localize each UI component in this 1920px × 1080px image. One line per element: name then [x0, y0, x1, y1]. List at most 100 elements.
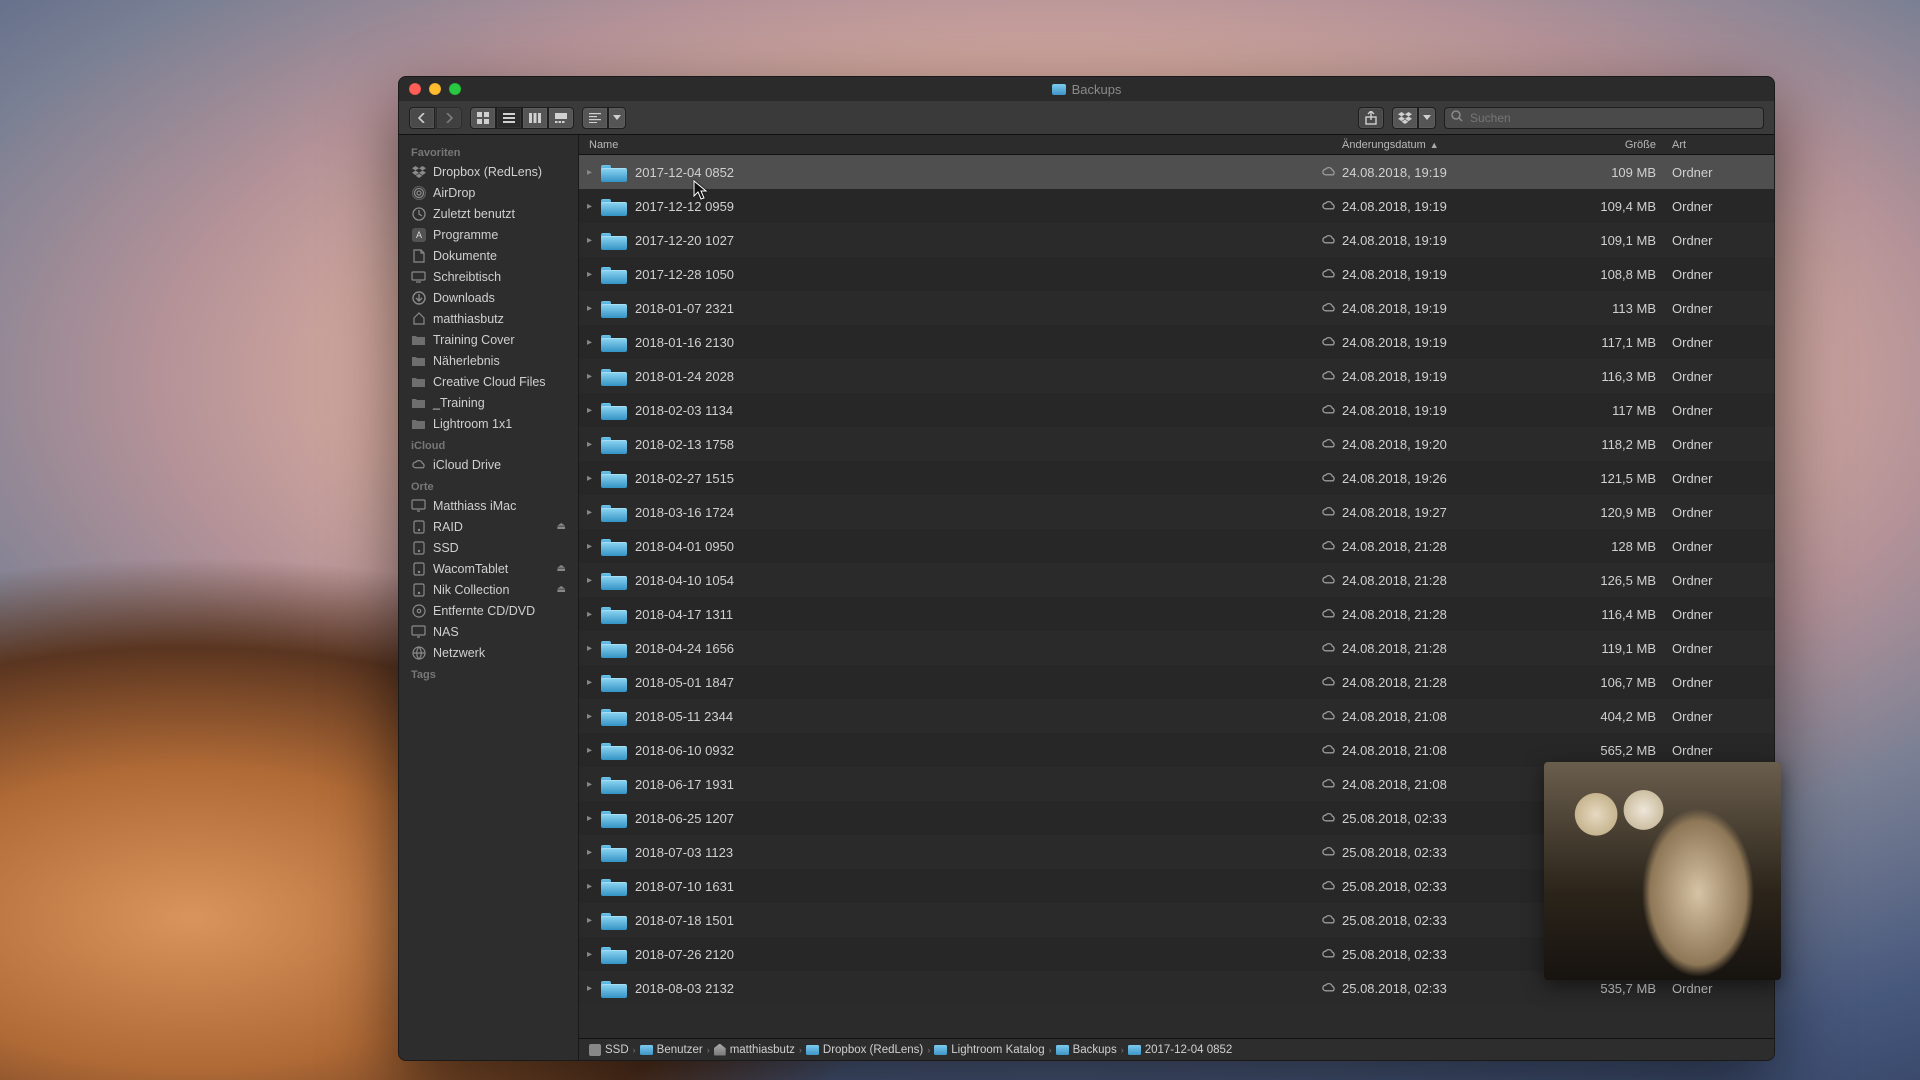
file-row[interactable]: ▸2017-12-28 105024.08.2018, 19:19108,8 M…: [579, 257, 1774, 291]
zoom-icon[interactable]: [449, 83, 461, 95]
close-icon[interactable]: [409, 83, 421, 95]
view-list-button[interactable]: [496, 107, 522, 129]
disclosure-triangle-icon[interactable]: ▸: [587, 473, 601, 484]
path-crumb[interactable]: SSD: [589, 1044, 629, 1056]
disclosure-triangle-icon[interactable]: ▸: [587, 303, 601, 314]
view-gallery-button[interactable]: [548, 107, 574, 129]
file-row[interactable]: ▸2018-02-27 151524.08.2018, 19:26121,5 M…: [579, 461, 1774, 495]
dropbox-menu[interactable]: [1418, 107, 1436, 129]
file-row[interactable]: ▸2018-01-24 202824.08.2018, 19:19116,3 M…: [579, 359, 1774, 393]
path-bar[interactable]: SSD›Benutzer›matthiasbutz›Dropbox (RedLe…: [579, 1038, 1774, 1060]
disclosure-triangle-icon[interactable]: ▸: [587, 405, 601, 416]
disclosure-triangle-icon[interactable]: ▸: [587, 337, 601, 348]
view-columns-button[interactable]: [522, 107, 548, 129]
group-by-button[interactable]: [582, 107, 608, 129]
share-button[interactable]: [1358, 107, 1384, 129]
disclosure-triangle-icon[interactable]: ▸: [587, 167, 601, 178]
disclosure-triangle-icon[interactable]: ▸: [587, 575, 601, 586]
sidebar-item[interactable]: AirDrop: [399, 182, 578, 203]
eject-icon[interactable]: ⏏: [557, 521, 566, 532]
sidebar-item[interactable]: SSD: [399, 537, 578, 558]
sidebar-item[interactable]: Netzwerk: [399, 642, 578, 663]
disclosure-triangle-icon[interactable]: ▸: [587, 609, 601, 620]
sidebar-item[interactable]: Dokumente: [399, 245, 578, 266]
file-row[interactable]: ▸2018-05-01 184724.08.2018, 21:28106,7 M…: [579, 665, 1774, 699]
forward-button[interactable]: [436, 107, 462, 129]
disclosure-triangle-icon[interactable]: ▸: [587, 813, 601, 824]
file-row[interactable]: ▸2018-02-03 113424.08.2018, 19:19117 MBO…: [579, 393, 1774, 427]
disclosure-triangle-icon[interactable]: ▸: [587, 745, 601, 756]
disclosure-triangle-icon[interactable]: ▸: [587, 643, 601, 654]
sidebar[interactable]: FavoritenDropbox (RedLens)AirDropZuletzt…: [399, 135, 579, 1060]
disclosure-triangle-icon[interactable]: ▸: [587, 779, 601, 790]
eject-icon[interactable]: ⏏: [557, 563, 566, 574]
disclosure-triangle-icon[interactable]: ▸: [587, 711, 601, 722]
sidebar-item[interactable]: WacomTablet⏏: [399, 558, 578, 579]
eject-icon[interactable]: ⏏: [557, 584, 566, 595]
disclosure-triangle-icon[interactable]: ▸: [587, 983, 601, 994]
file-row[interactable]: ▸2017-12-20 102724.08.2018, 19:19109,1 M…: [579, 223, 1774, 257]
disclosure-triangle-icon[interactable]: ▸: [587, 371, 601, 382]
path-crumb[interactable]: Lightroom Katalog: [934, 1044, 1044, 1056]
column-name[interactable]: Name: [587, 139, 1342, 151]
file-date: 24.08.2018, 21:28: [1342, 539, 1562, 554]
search-input[interactable]: [1468, 110, 1757, 126]
sidebar-item[interactable]: Nik Collection⏏: [399, 579, 578, 600]
disclosure-triangle-icon[interactable]: ▸: [587, 201, 601, 212]
sidebar-item[interactable]: Entfernte CD/DVD: [399, 600, 578, 621]
disclosure-triangle-icon[interactable]: ▸: [587, 269, 601, 280]
sidebar-item[interactable]: Zuletzt benutzt: [399, 203, 578, 224]
sidebar-item[interactable]: NAS: [399, 621, 578, 642]
file-row[interactable]: ▸2018-01-07 232124.08.2018, 19:19113 MBO…: [579, 291, 1774, 325]
column-headers[interactable]: Name Änderungsdatum▲ Größe Art: [579, 135, 1774, 155]
sidebar-item[interactable]: RAID⏏: [399, 516, 578, 537]
file-row[interactable]: ▸2018-04-24 165624.08.2018, 21:28119,1 M…: [579, 631, 1774, 665]
disclosure-triangle-icon[interactable]: ▸: [587, 677, 601, 688]
cloud-status-icon: [1314, 981, 1342, 996]
sidebar-item[interactable]: iCloud Drive: [399, 454, 578, 475]
path-crumb[interactable]: 2017-12-04 0852: [1128, 1044, 1233, 1056]
disclosure-triangle-icon[interactable]: ▸: [587, 949, 601, 960]
sidebar-item[interactable]: Downloads: [399, 287, 578, 308]
sidebar-item[interactable]: AProgramme: [399, 224, 578, 245]
titlebar[interactable]: Backups: [399, 77, 1774, 101]
path-crumb[interactable]: Dropbox (RedLens): [806, 1044, 923, 1056]
file-row[interactable]: ▸2018-04-17 131124.08.2018, 21:28116,4 M…: [579, 597, 1774, 631]
dropbox-button[interactable]: [1392, 107, 1418, 129]
path-crumb[interactable]: matthiasbutz: [714, 1044, 795, 1056]
disclosure-triangle-icon[interactable]: ▸: [587, 439, 601, 450]
disclosure-triangle-icon[interactable]: ▸: [587, 541, 601, 552]
sidebar-item[interactable]: Creative Cloud Files: [399, 371, 578, 392]
disclosure-triangle-icon[interactable]: ▸: [587, 881, 601, 892]
sidebar-item[interactable]: Schreibtisch: [399, 266, 578, 287]
column-kind[interactable]: Art: [1672, 139, 1762, 151]
sidebar-item[interactable]: Training Cover: [399, 329, 578, 350]
back-button[interactable]: [409, 107, 435, 129]
file-row[interactable]: ▸2018-03-16 172424.08.2018, 19:27120,9 M…: [579, 495, 1774, 529]
minimize-icon[interactable]: [429, 83, 441, 95]
file-row[interactable]: ▸2018-02-13 175824.08.2018, 19:20118,2 M…: [579, 427, 1774, 461]
sidebar-item[interactable]: _Training: [399, 392, 578, 413]
sidebar-item[interactable]: Näherlebnis: [399, 350, 578, 371]
search-field[interactable]: [1444, 107, 1764, 129]
file-row[interactable]: ▸2018-01-16 213024.08.2018, 19:19117,1 M…: [579, 325, 1774, 359]
sidebar-item[interactable]: Matthiass iMac: [399, 495, 578, 516]
file-row[interactable]: ▸2017-12-04 085224.08.2018, 19:19109 MBO…: [579, 155, 1774, 189]
file-row[interactable]: ▸2017-12-12 095924.08.2018, 19:19109,4 M…: [579, 189, 1774, 223]
view-icon-button[interactable]: [470, 107, 496, 129]
disclosure-triangle-icon[interactable]: ▸: [587, 507, 601, 518]
disclosure-triangle-icon[interactable]: ▸: [587, 915, 601, 926]
path-crumb[interactable]: Backups: [1056, 1044, 1117, 1056]
sidebar-item[interactable]: Lightroom 1x1: [399, 413, 578, 434]
column-date[interactable]: Änderungsdatum▲: [1342, 139, 1562, 151]
disclosure-triangle-icon[interactable]: ▸: [587, 847, 601, 858]
file-row[interactable]: ▸2018-04-01 095024.08.2018, 21:28128 MBO…: [579, 529, 1774, 563]
sidebar-item[interactable]: Dropbox (RedLens): [399, 161, 578, 182]
column-size[interactable]: Größe: [1562, 139, 1672, 151]
file-row[interactable]: ▸2018-04-10 105424.08.2018, 21:28126,5 M…: [579, 563, 1774, 597]
disclosure-triangle-icon[interactable]: ▸: [587, 235, 601, 246]
file-row[interactable]: ▸2018-05-11 234424.08.2018, 21:08404,2 M…: [579, 699, 1774, 733]
path-crumb[interactable]: Benutzer: [640, 1044, 703, 1056]
sidebar-item[interactable]: matthiasbutz: [399, 308, 578, 329]
group-by-menu[interactable]: [608, 107, 626, 129]
